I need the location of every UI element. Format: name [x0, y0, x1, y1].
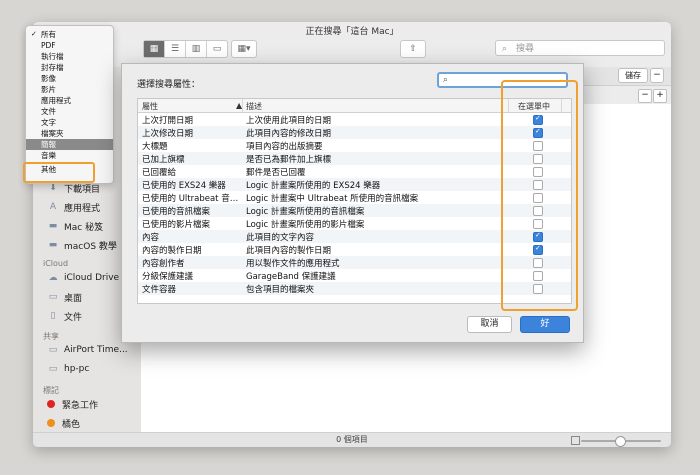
- display-icon: ▭: [48, 364, 58, 374]
- column-divider: [242, 99, 243, 112]
- share-button[interactable]: ⇧: [400, 40, 426, 58]
- search-icon: ⌕: [502, 44, 508, 54]
- sidebar-item-mac-tips[interactable]: ▬ Mac 秘笈: [47, 219, 103, 233]
- download-icon: ⬇: [49, 183, 57, 193]
- sidebar-item-airport[interactable]: ▭ AirPort Time...: [47, 343, 128, 357]
- applications-icon: A: [49, 202, 57, 212]
- orange-tag-dot: [47, 419, 55, 427]
- list-view-button[interactable]: ☰: [165, 41, 186, 57]
- menu-item-document[interactable]: 文件: [26, 106, 113, 117]
- search-field[interactable]: ⌕ 搜尋: [495, 40, 665, 56]
- sidebar-item-macos-tutorial[interactable]: ▬ macOS 教學: [47, 238, 117, 252]
- sidebar-tag-urgent[interactable]: 緊急工作: [47, 397, 98, 411]
- column-header-attribute[interactable]: 屬性: [142, 101, 158, 112]
- kind-popup-menu: ✓ 所有 PDF 執行檔 封存檔 影像 影片 應用程式 文件 文字 檔案夾 簡報 …: [25, 25, 114, 184]
- menu-item-music[interactable]: 音樂: [26, 150, 113, 161]
- checkmark-icon: ✓: [31, 30, 37, 38]
- icon-view-button[interactable]: ▦: [144, 41, 165, 57]
- cloud-icon: ☁: [48, 273, 58, 283]
- sidebar-header-tags: 標記: [43, 386, 59, 395]
- sidebar-item-hp-pc[interactable]: ▭ hp-pc: [47, 362, 90, 376]
- remove-rule-button[interactable]: −: [638, 89, 652, 103]
- search-icon: ⌕: [443, 75, 449, 85]
- scope-remove-button[interactable]: −: [650, 68, 664, 83]
- menu-item-movie[interactable]: 影片: [26, 84, 113, 95]
- menu-item-folder[interactable]: 檔案夾: [26, 128, 113, 139]
- sidebar-tag-orange[interactable]: 橘色: [47, 416, 80, 430]
- save-search-button[interactable]: 儲存: [618, 68, 648, 83]
- menu-item-archive[interactable]: 封存檔: [26, 62, 113, 73]
- dialog-title: 選擇搜尋屬性：: [137, 80, 201, 90]
- sidebar-header-icloud: iCloud: [43, 259, 69, 268]
- status-bar: 0 個項目: [33, 432, 671, 447]
- window-title: 正在搜尋「這台 Mac」: [305, 27, 399, 37]
- menu-item-text[interactable]: 文字: [26, 117, 113, 128]
- ok-button[interactable]: 好: [520, 316, 570, 333]
- column-view-button[interactable]: ▥: [186, 41, 207, 57]
- red-tag-dot: [47, 400, 55, 408]
- sidebar-item-applications[interactable]: A 應用程式: [47, 200, 100, 214]
- menu-item-pdf[interactable]: PDF: [26, 40, 113, 51]
- share-icon: ⇧: [409, 44, 417, 54]
- menu-item-all[interactable]: ✓ 所有: [26, 29, 113, 40]
- column-header-description[interactable]: 描述: [246, 101, 262, 112]
- icon-size-slider-knob[interactable]: [615, 436, 626, 447]
- add-rule-button[interactable]: +: [653, 89, 667, 103]
- sidebar-header-shared: 共享: [43, 332, 59, 341]
- arrange-icon: ▦▾: [237, 44, 251, 54]
- search-placeholder: 搜尋: [516, 44, 535, 54]
- desktop-icon: ▭: [48, 292, 58, 302]
- folder-icon: ▬: [48, 221, 58, 231]
- folder-icon: ▬: [48, 240, 58, 250]
- title-bar: 正在搜尋「這台 Mac」: [33, 22, 671, 37]
- sidebar-item-icloud-drive[interactable]: ☁ iCloud Drive: [47, 271, 120, 285]
- menu-item-image[interactable]: 影像: [26, 73, 113, 84]
- small-icon-size-icon: [571, 436, 580, 445]
- document-icon: ▯: [50, 311, 56, 321]
- highlight-in-menu-column-annotation: [501, 80, 578, 311]
- menu-item-application[interactable]: 應用程式: [26, 95, 113, 106]
- menu-item-executable[interactable]: 執行檔: [26, 51, 113, 62]
- sidebar-item-desktop[interactable]: ▭ 桌面: [47, 290, 82, 304]
- group-button[interactable]: ▦▾: [231, 40, 257, 58]
- display-icon: ▭: [48, 345, 58, 355]
- highlight-other-annotation: [23, 162, 95, 183]
- gallery-view-button[interactable]: ▭: [207, 41, 227, 57]
- sidebar-item-documents[interactable]: ▯ 文件: [47, 309, 83, 323]
- view-mode-group: ▦ ☰ ▥ ▭: [143, 40, 228, 58]
- cancel-button[interactable]: 取消: [467, 316, 512, 333]
- menu-item-presentation[interactable]: 簡報: [26, 139, 113, 150]
